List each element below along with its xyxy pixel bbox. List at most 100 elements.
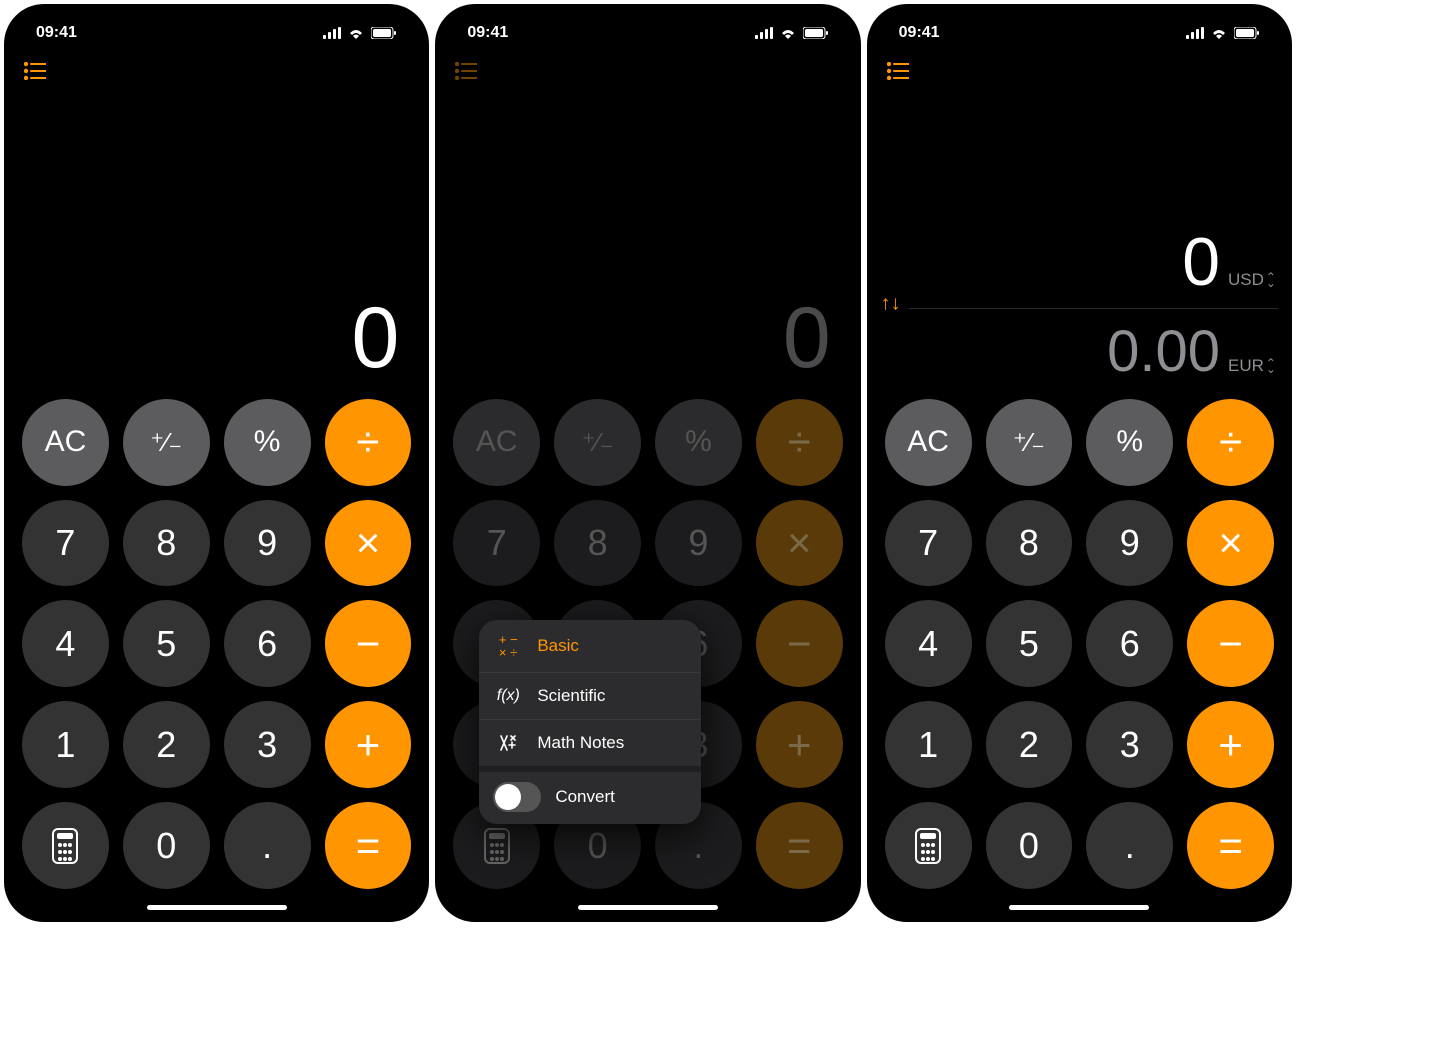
to-currency-picker[interactable]: EUR ⌃⌄ [1228, 356, 1276, 376]
home-indicator[interactable] [147, 905, 287, 910]
to-value: 0.00 [1107, 323, 1220, 381]
ac-button[interactable]: AC [453, 399, 540, 486]
scientific-mode-icon: f(x) [497, 687, 519, 705]
digit-7-button[interactable]: 7 [885, 500, 972, 587]
calculator-icon [483, 828, 511, 864]
signal-icon [1186, 27, 1204, 39]
history-list-icon[interactable] [887, 62, 909, 80]
digit-0-button[interactable]: 0 [986, 802, 1073, 889]
percent-button[interactable]: % [655, 399, 742, 486]
menu-item-scientific[interactable]: f(x) Scientific [479, 673, 701, 719]
digit-2-button[interactable]: 2 [123, 701, 210, 788]
equals-button[interactable]: = [756, 802, 843, 889]
menu-item-math-notes[interactable]: Math Notes [479, 720, 701, 766]
basic-mode-icon: + −× ÷ [497, 633, 519, 659]
digit-1-button[interactable]: 1 [22, 701, 109, 788]
calculator-icon [914, 828, 942, 864]
home-indicator[interactable] [1009, 905, 1149, 910]
keypad: AC ⁺⁄₋ % ÷ 7 8 9 × 4 5 6 − 1 2 3 + 0 . = [18, 399, 415, 895]
multiply-button[interactable]: × [325, 500, 412, 587]
digit-3-button[interactable]: 3 [1086, 701, 1173, 788]
history-list-icon[interactable] [455, 62, 477, 80]
mode-button[interactable] [885, 802, 972, 889]
divide-button[interactable]: ÷ [1187, 399, 1274, 486]
convert-toggle[interactable] [493, 782, 541, 812]
math-notes-icon [497, 733, 519, 753]
digit-2-button[interactable]: 2 [986, 701, 1073, 788]
divide-button[interactable]: ÷ [756, 399, 843, 486]
digit-7-button[interactable]: 7 [22, 500, 109, 587]
menu-label: Math Notes [537, 733, 624, 753]
ac-button[interactable]: AC [22, 399, 109, 486]
mode-menu-popover: + −× ÷ Basic f(x) Scientific Math Notes … [479, 620, 701, 824]
battery-icon [371, 27, 397, 39]
digit-9-button[interactable]: 9 [224, 500, 311, 587]
menu-label: Basic [537, 636, 579, 656]
digit-8-button[interactable]: 8 [123, 500, 210, 587]
status-bar: 09:41 [881, 18, 1278, 44]
keypad: AC ⁺⁄₋ % ÷ 7 8 9 × 4 5 6 − 1 2 3 + 0 . = [881, 399, 1278, 895]
calculator-menu-screen: 09:41 0 AC ⁺⁄₋ % ÷ 7 8 9 × 4 5 6 − 1 2 3… [435, 4, 860, 922]
plus-minus-button[interactable]: ⁺⁄₋ [123, 399, 210, 486]
digit-1-button[interactable]: 1 [885, 701, 972, 788]
equals-button[interactable]: = [325, 802, 412, 889]
status-icons [755, 27, 829, 39]
digit-8-button[interactable]: 8 [554, 500, 641, 587]
digit-6-button[interactable]: 6 [224, 600, 311, 687]
battery-icon [1234, 27, 1260, 39]
digit-6-button[interactable]: 6 [1086, 600, 1173, 687]
swap-currencies-icon[interactable]: ↑↓ [881, 293, 901, 316]
display-value: 0 [18, 295, 415, 381]
status-time: 09:41 [36, 24, 77, 42]
decimal-button[interactable]: . [224, 802, 311, 889]
status-bar: 09:41 [449, 18, 846, 44]
percent-button[interactable]: % [1086, 399, 1173, 486]
ac-button[interactable]: AC [885, 399, 972, 486]
wifi-icon [1210, 27, 1228, 39]
digit-4-button[interactable]: 4 [22, 600, 109, 687]
from-currency-picker[interactable]: USD ⌃⌄ [1228, 270, 1276, 290]
minus-button[interactable]: − [756, 600, 843, 687]
display-value: 0 [449, 295, 846, 381]
menu-item-basic[interactable]: + −× ÷ Basic [479, 620, 701, 672]
plus-minus-button[interactable]: ⁺⁄₋ [554, 399, 641, 486]
home-indicator[interactable] [578, 905, 718, 910]
mode-button[interactable] [22, 802, 109, 889]
status-time: 09:41 [899, 24, 940, 42]
digit-9-button[interactable]: 9 [1086, 500, 1173, 587]
digit-0-button[interactable]: 0 [123, 802, 210, 889]
digit-7-button[interactable]: 7 [453, 500, 540, 587]
status-time: 09:41 [467, 24, 508, 42]
plus-button[interactable]: + [756, 701, 843, 788]
divide-button[interactable]: ÷ [325, 399, 412, 486]
status-bar: 09:41 [18, 18, 415, 44]
to-currency-row[interactable]: 0.00 EUR ⌃⌄ [909, 323, 1278, 381]
signal-icon [755, 27, 773, 39]
status-icons [1186, 27, 1260, 39]
digit-9-button[interactable]: 9 [655, 500, 742, 587]
menu-label: Convert [555, 787, 615, 807]
menu-item-convert[interactable]: Convert [479, 772, 701, 824]
from-currency-row[interactable]: 0 USD ⌃⌄ [909, 228, 1278, 296]
digit-5-button[interactable]: 5 [986, 600, 1073, 687]
plus-button[interactable]: + [1187, 701, 1274, 788]
multiply-button[interactable]: × [756, 500, 843, 587]
plus-button[interactable]: + [325, 701, 412, 788]
decimal-button[interactable]: . [1086, 802, 1173, 889]
digit-5-button[interactable]: 5 [123, 600, 210, 687]
minus-button[interactable]: − [1187, 600, 1274, 687]
convert-display: ↑↓ 0 USD ⌃⌄ 0.00 EUR ⌃⌄ [881, 228, 1278, 381]
signal-icon [323, 27, 341, 39]
digit-8-button[interactable]: 8 [986, 500, 1073, 587]
history-list-icon[interactable] [24, 62, 46, 80]
chevron-updown-icon: ⌃⌄ [1266, 360, 1276, 372]
minus-button[interactable]: − [325, 600, 412, 687]
battery-icon [803, 27, 829, 39]
equals-button[interactable]: = [1187, 802, 1274, 889]
menu-label: Scientific [537, 686, 605, 706]
plus-minus-button[interactable]: ⁺⁄₋ [986, 399, 1073, 486]
multiply-button[interactable]: × [1187, 500, 1274, 587]
percent-button[interactable]: % [224, 399, 311, 486]
digit-3-button[interactable]: 3 [224, 701, 311, 788]
digit-4-button[interactable]: 4 [885, 600, 972, 687]
